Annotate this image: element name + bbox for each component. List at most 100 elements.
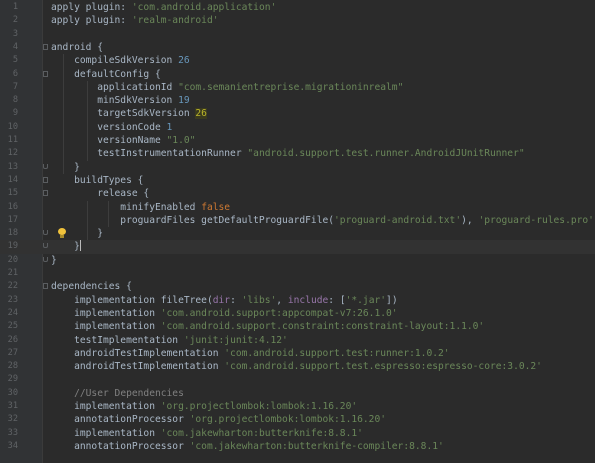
code-line[interactable]: 16 minifyEnabled false xyxy=(0,201,595,214)
line-number[interactable]: 16 xyxy=(0,201,18,214)
code-line[interactable]: 2 apply plugin: 'realm-android' xyxy=(0,14,595,27)
line-number[interactable]: 28 xyxy=(0,360,18,373)
code-line[interactable]: 28 androidTestImplementation 'com.androi… xyxy=(0,360,595,373)
code-line[interactable]: 7 applicationId "com.semanientreprise.mi… xyxy=(0,81,595,94)
line-number[interactable]: 12 xyxy=(0,147,18,160)
line-number[interactable]: 5 xyxy=(0,54,18,67)
line-number[interactable]: 24 xyxy=(0,307,18,320)
line-number[interactable]: 33 xyxy=(0,427,18,440)
line-number[interactable]: 7 xyxy=(0,81,18,94)
code-line[interactable]: 14 buildTypes { xyxy=(0,174,595,187)
fold-marker-icon[interactable] xyxy=(43,43,48,50)
line-number[interactable]: 31 xyxy=(0,400,18,413)
code-text: android { xyxy=(51,41,103,53)
code-text: implementation fileTree(dir: 'libs', inc… xyxy=(51,294,398,306)
fold-marker-icon[interactable] xyxy=(43,190,48,197)
line-number[interactable]: 9 xyxy=(0,107,18,120)
code-text: release { xyxy=(51,188,150,200)
code-line[interactable]: 8 minSdkVersion 19 xyxy=(0,94,595,107)
code-line[interactable]: 18 } xyxy=(0,227,595,240)
line-number[interactable]: 18 xyxy=(0,227,18,240)
code-line[interactable]: 29 xyxy=(0,373,595,386)
line-number[interactable]: 13 xyxy=(0,161,18,174)
code-text: androidTestImplementation 'com.android.s… xyxy=(51,361,542,373)
code-line[interactable]: 3 xyxy=(0,28,595,41)
code-text: annotationProcessor 'com.jakewharton:but… xyxy=(51,440,444,452)
code-line[interactable]: 34 annotationProcessor 'com.jakewharton:… xyxy=(0,440,595,453)
line-number[interactable]: 32 xyxy=(0,413,18,426)
line-number[interactable]: 17 xyxy=(0,214,18,227)
line-number[interactable]: 1 xyxy=(0,1,18,14)
code-text: testInstrumentationRunner "android.suppo… xyxy=(51,148,525,160)
code-line[interactable]: 26 testImplementation 'junit:junit:4.12' xyxy=(0,334,595,347)
line-number[interactable]: 25 xyxy=(0,320,18,333)
code-line[interactable]: 30 //User Dependencies xyxy=(0,387,595,400)
code-line[interactable]: 31 implementation 'org.projectlombok:lom… xyxy=(0,400,595,413)
code-text: implementation 'com.android.support:appc… xyxy=(51,307,398,319)
code-line[interactable]: 33 implementation 'com.jakewharton:butte… xyxy=(0,427,595,440)
line-number[interactable]: 29 xyxy=(0,373,18,386)
line-number[interactable]: 22 xyxy=(0,280,18,293)
code-line[interactable]: 27 androidTestImplementation 'com.androi… xyxy=(0,347,595,360)
code-text: implementation 'com.jakewharton:butterkn… xyxy=(51,427,363,439)
code-text: testImplementation 'junit:junit:4.12' xyxy=(51,334,288,346)
code-text: apply plugin: 'com.android.application' xyxy=(51,2,277,13)
line-number[interactable]: 30 xyxy=(0,387,18,400)
code-line[interactable]: 5 compileSdkVersion 26 xyxy=(0,54,595,67)
line-number[interactable]: 27 xyxy=(0,347,18,360)
line-number[interactable]: 2 xyxy=(0,14,18,27)
code-line[interactable]: 19 } xyxy=(0,240,595,254)
code-text: } xyxy=(51,254,57,266)
code-editor[interactable]: 1 apply plugin: 'com.android.application'… xyxy=(0,0,595,463)
fold-marker-icon[interactable] xyxy=(43,283,48,290)
code-line[interactable]: 9 targetSdkVersion 26 xyxy=(0,107,595,120)
code-line[interactable]: 22 dependencies { xyxy=(0,280,595,293)
code-text: compileSdkVersion 26 xyxy=(51,55,190,67)
line-number[interactable]: 8 xyxy=(0,94,18,107)
fold-marker-icon[interactable] xyxy=(43,176,48,183)
line-number[interactable]: 14 xyxy=(0,174,18,187)
line-number[interactable]: 23 xyxy=(0,294,18,307)
code-line[interactable]: 17 proguardFiles getDefaultProguardFile(… xyxy=(0,214,595,227)
line-number[interactable]: 3 xyxy=(0,28,18,41)
code-line[interactable]: 21 xyxy=(0,267,595,280)
code-line[interactable]: 1 apply plugin: 'com.android.application' xyxy=(0,1,595,14)
line-number[interactable]: 6 xyxy=(0,68,18,81)
code-line[interactable]: 15 release { xyxy=(0,187,595,200)
line-number[interactable]: 34 xyxy=(0,440,18,453)
line-number[interactable]: 10 xyxy=(0,121,18,134)
fold-marker-icon[interactable] xyxy=(43,243,48,249)
code-text: apply plugin: 'realm-android' xyxy=(51,15,219,27)
code-text: buildTypes { xyxy=(51,174,144,186)
code-line[interactable]: 12 testInstrumentationRunner "android.su… xyxy=(0,147,595,160)
code-text: minifyEnabled false xyxy=(51,201,231,213)
indent-guide xyxy=(87,80,88,161)
line-number[interactable]: 11 xyxy=(0,134,18,147)
fold-marker-icon[interactable] xyxy=(43,163,48,169)
line-number[interactable]: 19 xyxy=(0,240,18,253)
code-line[interactable]: 10 versionCode 1 xyxy=(0,121,595,134)
intention-lightbulb-icon[interactable] xyxy=(57,228,67,239)
line-number[interactable]: 15 xyxy=(0,187,18,200)
code-line[interactable]: 24 implementation 'com.android.support:a… xyxy=(0,307,595,320)
fold-marker-icon[interactable] xyxy=(43,230,48,236)
text-caret xyxy=(79,240,81,252)
code-text: dependencies { xyxy=(51,281,132,293)
code-line[interactable]: 13 } xyxy=(0,161,595,174)
code-line[interactable]: 11 versionName "1.0" xyxy=(0,134,595,147)
line-number[interactable]: 20 xyxy=(0,254,18,267)
indent-guide xyxy=(108,200,109,228)
code-line[interactable]: 25 implementation 'com.android.support.c… xyxy=(0,320,595,333)
fold-marker-icon[interactable] xyxy=(43,70,48,77)
fold-marker-icon[interactable] xyxy=(43,256,48,262)
line-number[interactable]: 4 xyxy=(0,41,18,54)
code-line[interactable]: 20} xyxy=(0,254,595,267)
code-line[interactable]: 4 android { xyxy=(0,41,595,54)
code-text: } xyxy=(51,161,80,173)
code-line[interactable]: 23 implementation fileTree(dir: 'libs', … xyxy=(0,294,595,307)
code-text: versionName "1.0" xyxy=(51,135,196,146)
line-number[interactable]: 26 xyxy=(0,334,18,347)
line-number[interactable]: 21 xyxy=(0,267,18,280)
code-line[interactable]: 32 annotationProcessor 'org.projectlombo… xyxy=(0,413,595,426)
code-line[interactable]: 6 defaultConfig { xyxy=(0,68,595,81)
